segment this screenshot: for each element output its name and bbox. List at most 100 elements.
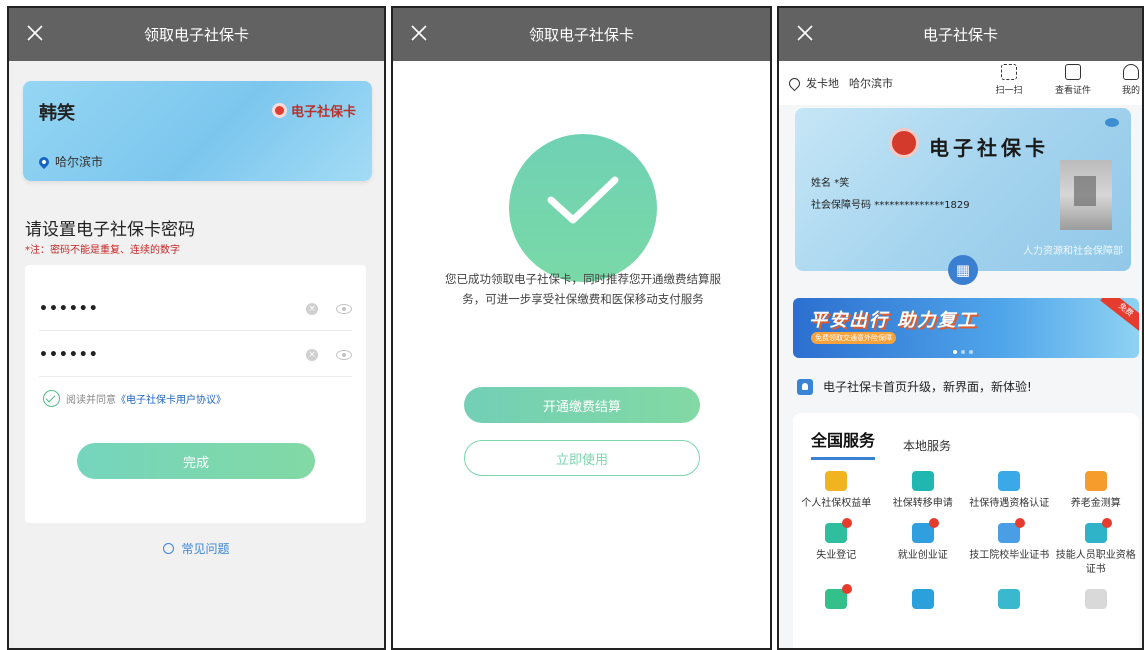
eye-icon[interactable] bbox=[336, 303, 352, 314]
card-brand: 电子社保卡 bbox=[271, 101, 356, 120]
success-check-icon bbox=[509, 134, 657, 282]
carousel-indicator[interactable] bbox=[953, 350, 973, 354]
service-item[interactable]: 就业创业证 bbox=[880, 518, 967, 577]
card-issuer: 人力资源和社会保障部 bbox=[1023, 246, 1123, 257]
service-icon bbox=[911, 589, 934, 609]
screens-container: 领取电子社保卡 韩笑 电子社保卡 哈尔滨市 请设置电子社保卡密码 *注：密码不能… bbox=[0, 0, 1144, 650]
social-security-card-preview: 韩笑 电子社保卡 哈尔滨市 bbox=[23, 81, 372, 181]
notice-bell-icon bbox=[797, 378, 813, 395]
banner-tag: 免费 bbox=[1100, 298, 1139, 333]
card-name-label: 姓名 bbox=[811, 178, 831, 189]
service-item[interactable]: 养老金测算 bbox=[1053, 471, 1140, 511]
use-now-button[interactable]: 立即使用 bbox=[464, 440, 700, 476]
password-note: *注：密码不能是重复、连续的数字 bbox=[25, 245, 180, 256]
id-card-icon bbox=[1065, 64, 1081, 80]
service-label: 失业登记 bbox=[816, 550, 857, 561]
service-grid: 个人社保权益单 社保转移申请 社保待遇资格认证 养老金测算失业登记 就业创业证 技工院校毕… bbox=[793, 471, 1139, 615]
service-label: 技能人员职业资格证书 bbox=[1055, 550, 1136, 575]
promo-banner[interactable]: 平安出行 助力复工 免费领取交通意外险保障 免费 bbox=[793, 298, 1139, 358]
service-label: 养老金测算 bbox=[1070, 498, 1121, 509]
card-name-row: 姓名 *笑 bbox=[811, 174, 849, 189]
user-icon bbox=[1123, 64, 1139, 80]
service-item[interactable] bbox=[966, 589, 1053, 615]
view-id-label: 查看证件 bbox=[1054, 86, 1091, 96]
password-confirm-value[interactable]: •••••• bbox=[39, 347, 306, 363]
social-security-emblem-icon bbox=[889, 128, 919, 158]
service-item[interactable]: 个人社保权益单 bbox=[793, 471, 880, 511]
clear-icon[interactable]: × bbox=[306, 348, 318, 361]
faq-label: 常见问题 bbox=[181, 542, 230, 556]
profile-label: 我的 bbox=[1121, 86, 1140, 96]
service-item[interactable]: 社保待遇资格认证 bbox=[966, 471, 1053, 511]
page-title: 领取电子社保卡 bbox=[528, 26, 634, 44]
title-bar: 电子社保卡 bbox=[779, 8, 1142, 61]
password-value[interactable]: •••••• bbox=[39, 301, 306, 317]
service-item[interactable]: 技能人员职业资格证书 bbox=[1053, 518, 1140, 577]
service-item[interactable] bbox=[880, 589, 967, 615]
card-number-label: 社会保障号码 bbox=[811, 200, 871, 211]
scan-button[interactable]: 扫一扫 bbox=[987, 64, 1031, 96]
location-label: 发卡地 bbox=[806, 77, 839, 90]
service-tabs: 全国服务 本地服务 bbox=[811, 427, 979, 460]
card-photo bbox=[1060, 160, 1112, 230]
open-payment-button[interactable]: 开通缴费结算 bbox=[464, 387, 700, 423]
issuing-location[interactable]: 发卡地 哈尔滨市 bbox=[786, 75, 893, 91]
service-item[interactable] bbox=[793, 584, 880, 615]
close-icon[interactable] bbox=[793, 21, 817, 45]
qr-code-icon[interactable]: ▦ bbox=[948, 255, 978, 285]
service-icon bbox=[1084, 589, 1107, 609]
close-icon[interactable] bbox=[407, 21, 431, 45]
password-confirm-field[interactable]: •••••• × bbox=[39, 333, 352, 377]
service-icon bbox=[911, 471, 934, 491]
profile-button[interactable]: 我的 bbox=[1109, 64, 1142, 96]
location-pin-icon bbox=[786, 75, 803, 91]
scan-icon bbox=[1001, 64, 1017, 80]
service-label: 技工院校毕业证书 bbox=[969, 550, 1050, 561]
service-label: 就业创业证 bbox=[897, 550, 948, 561]
faq-link[interactable]: 常见问题 bbox=[9, 540, 384, 557]
service-item[interactable] bbox=[1053, 589, 1140, 615]
service-icon bbox=[825, 584, 853, 609]
notice-bar[interactable]: 电子社保卡首页升级，新界面，新体验! bbox=[797, 378, 1032, 395]
service-item[interactable]: 社保转移申请 bbox=[880, 471, 967, 511]
clear-icon[interactable]: × bbox=[306, 302, 318, 315]
card-location-label: 哈尔滨市 bbox=[55, 155, 104, 169]
page-title: 电子社保卡 bbox=[922, 26, 998, 44]
social-security-card[interactable]: 电子社保卡 姓名 *笑 社会保障号码 **************1829 人力… bbox=[795, 108, 1131, 271]
service-icon bbox=[1084, 471, 1107, 491]
page-title: 领取电子社保卡 bbox=[143, 26, 249, 44]
location-city: 哈尔滨市 bbox=[849, 77, 893, 90]
new-badge-icon bbox=[842, 584, 853, 594]
service-icon bbox=[911, 518, 939, 543]
service-icon bbox=[998, 518, 1026, 543]
service-icon bbox=[1084, 518, 1112, 543]
service-label: 个人社保权益单 bbox=[801, 498, 872, 509]
social-security-logo-icon bbox=[271, 103, 287, 118]
service-label: 社保待遇资格认证 bbox=[969, 498, 1050, 509]
done-button[interactable]: 完成 bbox=[77, 443, 315, 479]
screen-set-password: 领取电子社保卡 韩笑 电子社保卡 哈尔滨市 请设置电子社保卡密码 *注：密码不能… bbox=[7, 6, 386, 650]
close-icon[interactable] bbox=[23, 21, 47, 45]
tab-national-services[interactable]: 全国服务 bbox=[811, 427, 876, 460]
eye-icon[interactable] bbox=[1105, 118, 1119, 127]
location-pin-icon bbox=[36, 154, 52, 169]
card-number-value: **************1829 bbox=[874, 200, 970, 211]
service-item[interactable]: 失业登记 bbox=[793, 518, 880, 577]
lightbulb-icon bbox=[163, 543, 175, 554]
new-badge-icon bbox=[928, 518, 939, 528]
agreement-link[interactable]: 《电子社保卡用户协议》 bbox=[116, 391, 226, 406]
card-holder-name: 韩笑 bbox=[39, 103, 75, 124]
eye-icon[interactable] bbox=[336, 349, 352, 360]
screen-success: 领取电子社保卡 您已成功领取电子社保卡，同时推荐您开通缴费结算服务，可进一步享受… bbox=[391, 6, 772, 650]
card-number-row: 社会保障号码 **************1829 bbox=[811, 196, 970, 211]
tab-local-services[interactable]: 本地服务 bbox=[903, 437, 951, 460]
service-item[interactable]: 技工院校毕业证书 bbox=[966, 518, 1053, 577]
screen-card-home: 电子社保卡 发卡地 哈尔滨市 扫一扫 查看证件 我的 电子社保卡 姓名 *笑 社… bbox=[777, 6, 1144, 650]
view-id-button[interactable]: 查看证件 bbox=[1051, 64, 1095, 96]
service-label: 社保转移申请 bbox=[892, 498, 953, 509]
agreement-checkbox[interactable] bbox=[43, 390, 60, 407]
service-icon bbox=[825, 518, 853, 543]
new-badge-icon bbox=[842, 518, 853, 528]
password-field[interactable]: •••••• × bbox=[39, 287, 352, 331]
card-brand-label: 电子社保卡 bbox=[290, 105, 356, 120]
